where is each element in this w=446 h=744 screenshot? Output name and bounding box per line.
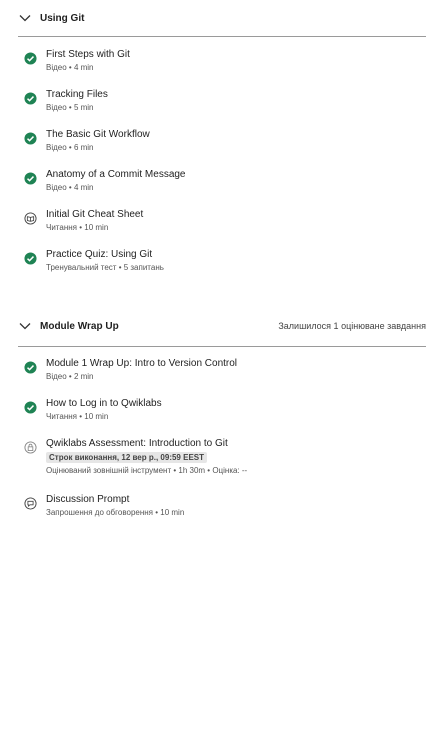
list-item-qwiklabs-login[interactable]: How to Log in to Qwiklabs Читання • 10 m… <box>24 397 424 423</box>
section-header-using-git[interactable]: Using Git <box>18 7 426 29</box>
item-title: Initial Git Cheat Sheet <box>46 209 144 220</box>
completed-check-icon <box>24 132 37 145</box>
item-meta: Читання • 10 min <box>46 412 109 421</box>
item-title: Practice Quiz: Using Git <box>46 249 153 260</box>
item-title: Discussion Prompt <box>46 494 130 505</box>
item-meta: Тренувальний тест • 5 запитань <box>46 263 164 272</box>
completed-check-icon <box>24 252 37 265</box>
item-meta: Відео • 4 min <box>46 63 94 72</box>
reading-icon <box>24 212 37 225</box>
locked-lab-icon <box>24 441 37 454</box>
item-title: The Basic Git Workflow <box>46 129 150 140</box>
item-title: Tracking Files <box>46 89 108 100</box>
section-title: Using Git <box>40 12 85 24</box>
section-divider <box>18 346 426 347</box>
item-meta: Запрошення до обговорення • 10 min <box>46 508 185 517</box>
list-item-qwiklabs-assessment[interactable]: Qwiklabs Assessment: Introduction to Git… <box>24 437 424 477</box>
due-date-badge: Строк виконання, 12 вер р., 09:59 EEST <box>46 452 207 463</box>
section-header-module-wrap-up[interactable]: Module Wrap Up Залишилося 1 оцінюване за… <box>18 315 426 337</box>
item-meta: Оцінюваний зовнішній інструмент • 1h 30m… <box>46 466 248 475</box>
section-title: Module Wrap Up <box>40 320 119 332</box>
item-title: Qwiklabs Assessment: Introduction to Git <box>46 438 228 449</box>
list-item-basic-workflow[interactable]: The Basic Git Workflow Відео • 6 min <box>24 128 424 154</box>
list-item-tracking-files[interactable]: Tracking Files Відео • 5 min <box>24 88 424 114</box>
item-meta: Відео • 5 min <box>46 103 94 112</box>
list-item-commit-message[interactable]: Anatomy of a Commit Message Відео • 4 mi… <box>24 168 424 194</box>
completed-check-icon <box>24 401 37 414</box>
section-divider <box>18 36 426 37</box>
item-meta: Відео • 4 min <box>46 183 94 192</box>
list-item-module-wrap-up[interactable]: Module 1 Wrap Up: Intro to Version Contr… <box>24 357 424 383</box>
discussion-icon <box>24 497 37 510</box>
item-meta: Читання • 10 min <box>46 223 109 232</box>
list-item-first-steps[interactable]: First Steps with Git Відео • 4 min <box>24 48 424 74</box>
item-meta: Відео • 2 min <box>46 372 94 381</box>
list-item-practice-quiz[interactable]: Practice Quiz: Using Git Тренувальний те… <box>24 248 424 274</box>
completed-check-icon <box>24 361 37 374</box>
chevron-down-icon <box>19 15 31 22</box>
item-title: Anatomy of a Commit Message <box>46 169 186 180</box>
completed-check-icon <box>24 172 37 185</box>
chevron-down-icon <box>19 323 31 330</box>
item-title: First Steps with Git <box>46 49 130 60</box>
list-item-cheat-sheet[interactable]: Initial Git Cheat Sheet Читання • 10 min <box>24 208 424 234</box>
completed-check-icon <box>24 92 37 105</box>
item-title: How to Log in to Qwiklabs <box>46 398 162 409</box>
completed-check-icon <box>24 52 37 65</box>
section-status: Залишилося 1 оцінюване завдання <box>278 321 426 331</box>
item-meta: Відео • 6 min <box>46 143 94 152</box>
list-item-discussion-prompt[interactable]: Discussion Prompt Запрошення до обговоре… <box>24 493 424 519</box>
item-title: Module 1 Wrap Up: Intro to Version Contr… <box>46 358 238 369</box>
